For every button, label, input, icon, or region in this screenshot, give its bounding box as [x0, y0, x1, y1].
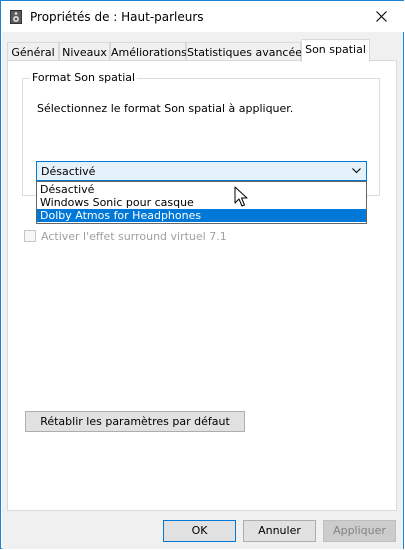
tab-general[interactable]: Général	[7, 42, 59, 61]
tab-label: Statistiques avancées	[187, 46, 308, 59]
combo-selected-value: Désactivé	[41, 165, 96, 178]
close-icon	[376, 11, 387, 22]
reset-defaults-button[interactable]: Rétablir les paramètres par défaut	[25, 411, 245, 432]
ok-button[interactable]: OK	[163, 520, 236, 542]
title-bar[interactable]: Propriétés de : Haut-parleurs	[1, 1, 404, 32]
surround-71-checkbox[interactable]	[24, 230, 36, 242]
dropdown-option-dolby-atmos[interactable]: Dolby Atmos for Headphones	[37, 209, 366, 222]
window-title: Propriétés de : Haut-parleurs	[30, 10, 204, 24]
mouse-pointer-icon	[234, 186, 248, 207]
spatial-format-combobox[interactable]: Désactivé	[36, 161, 367, 181]
cancel-button[interactable]: Annuler	[243, 520, 316, 542]
tab-niveaux[interactable]: Niveaux	[59, 42, 110, 61]
tab-page-son-spatial: Format Son spatial Sélectionnez le forma…	[7, 60, 397, 511]
tab-label: Niveaux	[62, 46, 107, 59]
group-title: Format Son spatial	[30, 71, 138, 84]
properties-dialog: Propriétés de : Haut-parleurs Général Ni…	[0, 0, 404, 549]
dropdown-option-windows-sonic[interactable]: Windows Sonic pour casque	[37, 196, 366, 209]
tab-ameliorations[interactable]: Améliorations	[110, 42, 187, 61]
surround-71-label: Activer l'effet surround virtuel 7.1	[41, 230, 227, 243]
spatial-format-dropdown-list: Désactivé Windows Sonic pour casque Dolb…	[36, 181, 367, 224]
tab-label: Améliorations	[111, 46, 187, 59]
apply-button[interactable]: Appliquer	[323, 520, 396, 542]
chevron-down-icon	[352, 168, 361, 174]
speaker-icon	[10, 10, 22, 24]
tab-son-spatial[interactable]: Son spatial	[301, 39, 370, 62]
tab-label: Général	[11, 46, 55, 59]
group-description: Sélectionnez le format Son spatial à app…	[37, 102, 294, 115]
tab-label: Son spatial	[305, 43, 366, 56]
dialog-client-area: Général Niveaux Améliorations Statistiqu…	[2, 32, 403, 549]
close-button[interactable]	[359, 1, 404, 32]
tab-statistiques-avancees[interactable]: Statistiques avancées	[186, 42, 308, 61]
dropdown-option-desactive[interactable]: Désactivé	[37, 183, 366, 196]
